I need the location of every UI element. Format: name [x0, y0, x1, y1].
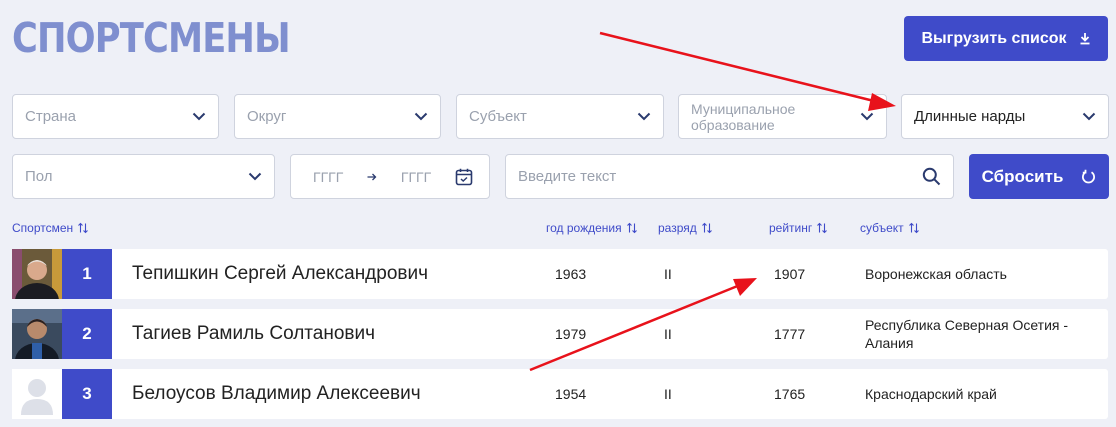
year-to-input[interactable]: ГГГГ — [401, 169, 431, 185]
download-icon — [1080, 33, 1090, 45]
sort-icon — [817, 222, 828, 234]
column-subject-label: субъект — [860, 221, 904, 235]
chevron-down-icon — [637, 112, 651, 121]
region: Республика Северная Осетия - Алания — [865, 317, 1069, 351]
column-rank-label: разряд — [658, 221, 697, 235]
rating: 1777 — [774, 326, 806, 342]
subject-select[interactable]: Субъект — [456, 94, 664, 139]
year-range-picker[interactable]: ГГГГ ГГГГ — [290, 154, 490, 199]
sort-icon — [701, 222, 712, 234]
sport-rank: II — [664, 386, 672, 402]
district-select[interactable]: Округ — [234, 94, 441, 139]
column-birth-year[interactable]: год рождения — [546, 221, 638, 235]
column-rating-label: рейтинг — [769, 221, 813, 235]
municipal-select[interactable]: Муниципальное образование — [678, 94, 887, 139]
country-placeholder: Страна — [25, 107, 77, 125]
column-rank[interactable]: разряд — [658, 221, 713, 235]
table-row[interactable]: 3 Белоусов Владимир Алексеевич 1954 II 1… — [12, 369, 1108, 419]
region: Воронежская область — [865, 266, 1007, 282]
arrow-right-icon — [367, 173, 377, 180]
discipline-select[interactable]: Длинные нарды — [901, 94, 1109, 139]
sport-rank: II — [664, 266, 672, 282]
search-icon[interactable] — [922, 167, 941, 186]
column-subject[interactable]: субъект — [860, 221, 920, 235]
chevron-down-icon — [1082, 112, 1096, 121]
chevron-down-icon — [414, 112, 428, 121]
athlete-photo — [12, 309, 62, 359]
athlete-photo — [12, 249, 62, 299]
birth-year: 1954 — [555, 386, 587, 402]
gender-placeholder: Пол — [25, 167, 53, 185]
year-from-input[interactable]: ГГГГ — [313, 169, 343, 185]
birth-year: 1979 — [555, 326, 587, 342]
chevron-down-icon — [248, 172, 262, 181]
country-select[interactable]: Страна — [12, 94, 219, 139]
column-rating[interactable]: рейтинг — [769, 221, 828, 235]
search-input[interactable]: Введите текст — [505, 154, 954, 199]
athlete-name[interactable]: Белоусов Владимир Алексеевич — [132, 369, 421, 419]
discipline-value: Длинные нарды — [914, 107, 1026, 125]
table-row[interactable]: 2 Тагиев Рамиль Солтанович 1979 II 1777 … — [12, 309, 1108, 359]
birth-year: 1963 — [555, 266, 587, 282]
chevron-down-icon — [192, 112, 206, 121]
district-placeholder: Округ — [247, 107, 287, 125]
place-number: 3 — [62, 369, 112, 419]
region: Краснодарский край — [865, 386, 997, 402]
column-birth-year-label: год рождения — [546, 221, 622, 235]
sort-icon — [908, 222, 919, 234]
calendar-icon[interactable] — [455, 168, 473, 186]
search-placeholder: Введите текст — [518, 167, 617, 185]
chevron-down-icon — [860, 112, 874, 121]
municipal-placeholder: Муниципальное образование — [691, 100, 796, 133]
sort-icon — [78, 222, 89, 234]
annotation-arrows — [529, 31, 896, 372]
sort-icon — [626, 222, 637, 234]
athlete-name[interactable]: Тепишкин Сергей Александрович — [132, 249, 428, 299]
refresh-icon — [1082, 169, 1096, 183]
place-number: 1 — [62, 249, 112, 299]
user-avatar-icon — [12, 369, 62, 419]
athlete-name[interactable]: Тагиев Рамиль Солтанович — [132, 309, 375, 359]
rating: 1765 — [774, 386, 806, 402]
page-title: СПОРТСМЕНЫ — [12, 14, 291, 62]
place-number: 2 — [62, 309, 112, 359]
subject-placeholder: Субъект — [469, 107, 527, 125]
sport-rank: II — [664, 326, 672, 342]
reset-label: Сбросить — [981, 166, 1064, 186]
export-list-label: Выгрузить список — [921, 29, 1067, 47]
reset-button[interactable]: Сбросить — [969, 154, 1109, 199]
column-athlete-label: Спортсмен — [12, 221, 74, 235]
rating: 1907 — [774, 266, 806, 282]
column-athlete[interactable]: Спортсмен — [12, 221, 89, 235]
gender-select[interactable]: Пол — [12, 154, 275, 199]
export-list-button[interactable]: Выгрузить список — [904, 16, 1108, 61]
table-row[interactable]: 1 Тепишкин Сергей Александрович 1963 II … — [12, 249, 1108, 299]
